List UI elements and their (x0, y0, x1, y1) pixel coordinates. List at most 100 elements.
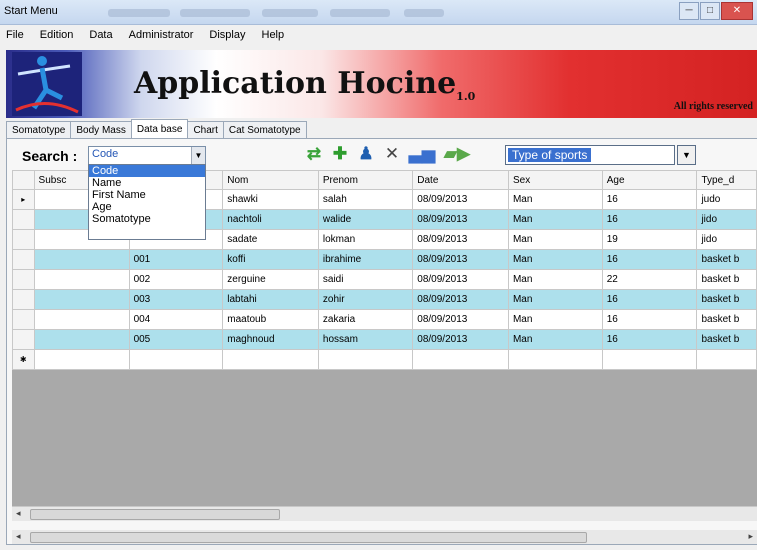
table-cell[interactable] (128, 349, 224, 370)
col-header-type[interactable]: Type_d (696, 170, 757, 190)
table-cell[interactable]: 08/09/2013 (412, 229, 509, 250)
tab-cat-somatotype[interactable]: Cat Somatotype (222, 121, 307, 139)
menu-data[interactable]: Data (89, 26, 112, 44)
dropdown-option-code[interactable]: Code (89, 165, 205, 177)
grid-horizontal-scrollbar[interactable]: ◂ (12, 506, 757, 521)
table-cell[interactable]: 005 (128, 329, 224, 350)
tab-data-base[interactable]: Data base (130, 119, 189, 140)
export-icon[interactable]: ▰▶ (442, 144, 472, 164)
table-cell[interactable]: zerguine (222, 269, 319, 290)
col-header-date[interactable]: Date (412, 170, 509, 190)
table-cell[interactable]: Man (507, 209, 603, 230)
table-cell[interactable]: 19 (601, 229, 698, 250)
menu-edition[interactable]: Edition (40, 26, 74, 44)
row-header-cell[interactable]: ✱ (12, 349, 35, 370)
dropdown-option-somatotype[interactable]: Somatotype (89, 213, 205, 225)
table-cell[interactable]: walide (317, 209, 414, 230)
table-cell[interactable]: ibrahime (317, 249, 414, 270)
table-cell[interactable]: 08/09/2013 (412, 249, 509, 270)
add-user-icon[interactable]: ♟ (356, 144, 376, 164)
col-header-sex[interactable]: Sex (507, 170, 603, 190)
col-header-age[interactable]: Age (601, 170, 698, 190)
search-field-select[interactable]: Code ▼ (88, 146, 206, 165)
maximize-button[interactable]: □ (700, 2, 720, 20)
menu-help[interactable]: Help (262, 26, 285, 44)
scroll-left-icon[interactable]: ◂ (16, 531, 21, 542)
table-cell[interactable]: 08/09/2013 (412, 209, 509, 230)
table-cell[interactable] (33, 309, 130, 330)
table-cell[interactable]: nachtoli (222, 209, 319, 230)
row-header-cell[interactable] (12, 309, 35, 330)
table-cell[interactable]: Man (507, 269, 603, 290)
table-cell[interactable]: 001 (128, 249, 224, 270)
refresh-icon[interactable]: ⇄ (304, 144, 324, 164)
table-cell[interactable]: 16 (601, 329, 698, 350)
table-cell[interactable]: 08/09/2013 (412, 269, 509, 290)
delete-icon[interactable]: ✕ (382, 144, 402, 164)
table-cell[interactable]: zohir (317, 289, 414, 310)
table-cell[interactable]: 002 (128, 269, 224, 290)
table-cell[interactable]: Man (507, 189, 603, 210)
menu-administrator[interactable]: Administrator (129, 26, 194, 44)
sports-type-select[interactable]: Type of sports (505, 145, 675, 165)
row-header-cell[interactable] (12, 229, 35, 250)
minimize-button[interactable]: ─ (679, 2, 699, 20)
row-header-cell[interactable]: ▸ (12, 189, 35, 210)
chart-icon[interactable]: ▃▅ (408, 144, 436, 164)
table-cell[interactable] (33, 329, 130, 350)
table-cell[interactable]: basket b (696, 329, 757, 350)
table-cell[interactable]: 16 (601, 309, 698, 330)
table-cell[interactable] (696, 349, 757, 370)
table-cell[interactable] (222, 349, 319, 370)
chevron-down-icon[interactable]: ▼ (677, 145, 696, 165)
scrollbar-thumb[interactable] (30, 532, 587, 543)
table-cell[interactable]: basket b (696, 249, 757, 270)
table-cell[interactable]: 22 (601, 269, 698, 290)
table-cell[interactable] (507, 349, 603, 370)
table-row[interactable]: 001 koffi ibrahime 08/09/2013 Man 16 basket b (12, 249, 757, 270)
table-cell[interactable] (317, 349, 414, 370)
table-cell[interactable]: 16 (601, 289, 698, 310)
table-cell[interactable]: hossam (317, 329, 414, 350)
table-cell[interactable]: jido (696, 229, 757, 250)
row-header-cell[interactable] (12, 249, 35, 270)
row-header-cell[interactable] (12, 329, 35, 350)
table-cell[interactable] (33, 289, 130, 310)
table-cell[interactable]: 08/09/2013 (412, 289, 509, 310)
table-cell[interactable] (601, 349, 698, 370)
scroll-left-icon[interactable]: ◂ (16, 508, 21, 519)
table-cell[interactable]: Man (507, 229, 603, 250)
table-cell[interactable] (412, 349, 509, 370)
table-cell[interactable]: sadate (222, 229, 319, 250)
tab-body-mass[interactable]: Body Mass (70, 121, 132, 139)
col-header-prenom[interactable]: Prenom (317, 170, 414, 190)
window-horizontal-scrollbar[interactable]: ◂ ▸ (12, 530, 757, 544)
menu-file[interactable]: File (6, 26, 24, 44)
table-row[interactable]: 004 maatoub zakaria 08/09/2013 Man 16 basket b (12, 309, 757, 330)
table-cell[interactable]: jido (696, 209, 757, 230)
row-header-cell[interactable] (12, 269, 35, 290)
table-cell[interactable]: 08/09/2013 (412, 309, 509, 330)
table-cell[interactable] (33, 269, 130, 290)
table-cell[interactable]: 16 (601, 209, 698, 230)
tab-chart[interactable]: Chart (187, 121, 224, 139)
close-button[interactable]: ✕ (721, 2, 753, 20)
chevron-down-icon[interactable]: ▼ (191, 147, 205, 164)
dropdown-option-name[interactable]: Name (89, 177, 205, 189)
row-header-cell[interactable] (12, 209, 35, 230)
tab-somatotype[interactable]: Somatotype (6, 121, 72, 139)
table-cell[interactable]: salah (317, 189, 414, 210)
table-cell[interactable]: zakaria (317, 309, 414, 330)
table-cell[interactable]: judo (696, 189, 757, 210)
table-cell[interactable]: basket b (696, 269, 757, 290)
table-cell[interactable]: labtahi (222, 289, 319, 310)
table-cell[interactable]: 16 (601, 249, 698, 270)
table-cell[interactable]: 08/09/2013 (412, 329, 509, 350)
dropdown-option-first-name[interactable]: First Name (89, 189, 205, 201)
table-cell[interactable]: Man (507, 329, 603, 350)
table-cell[interactable]: koffi (222, 249, 319, 270)
table-row[interactable]: ✱ (12, 349, 757, 370)
table-cell[interactable]: maatoub (222, 309, 319, 330)
add-icon[interactable]: ✚ (330, 144, 350, 164)
row-header-cell[interactable] (12, 289, 35, 310)
